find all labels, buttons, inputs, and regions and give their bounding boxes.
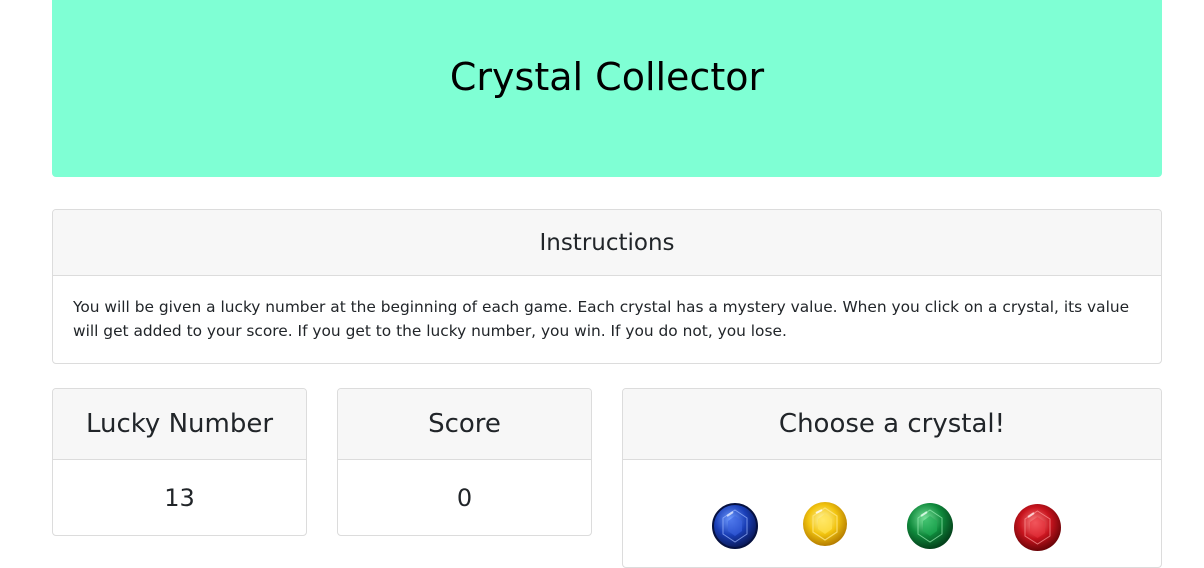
blue-crystal-icon[interactable]	[711, 502, 759, 550]
instructions-header: Instructions	[53, 210, 1161, 276]
lucky-number-value: 13	[164, 484, 195, 512]
instructions-title: Instructions	[539, 229, 675, 256]
lucky-number-title: Lucky Number	[85, 409, 274, 439]
green-crystal-icon[interactable]	[906, 502, 954, 550]
lucky-number-card: Lucky Number 13	[52, 388, 307, 536]
score-title: Score	[428, 409, 501, 439]
score-value: 0	[456, 484, 473, 512]
crystals-title: Choose a crystal!	[778, 409, 1006, 439]
instructions-text: You will be given a lucky number at the …	[73, 298, 1130, 340]
score-header: Score	[338, 389, 591, 460]
crystals-card: Choose a crystal!	[622, 388, 1162, 568]
score-card: Score 0	[337, 388, 592, 536]
crystals-header: Choose a crystal!	[623, 389, 1161, 460]
instructions-card: Instructions You will be given a lucky n…	[52, 209, 1162, 364]
yellow-crystal-icon[interactable]	[802, 501, 848, 547]
page-title: Crystal Collector	[449, 54, 765, 99]
header-banner: Crystal Collector	[52, 0, 1162, 177]
red-crystal-icon[interactable]	[1013, 503, 1062, 552]
lucky-number-header: Lucky Number	[53, 389, 306, 460]
